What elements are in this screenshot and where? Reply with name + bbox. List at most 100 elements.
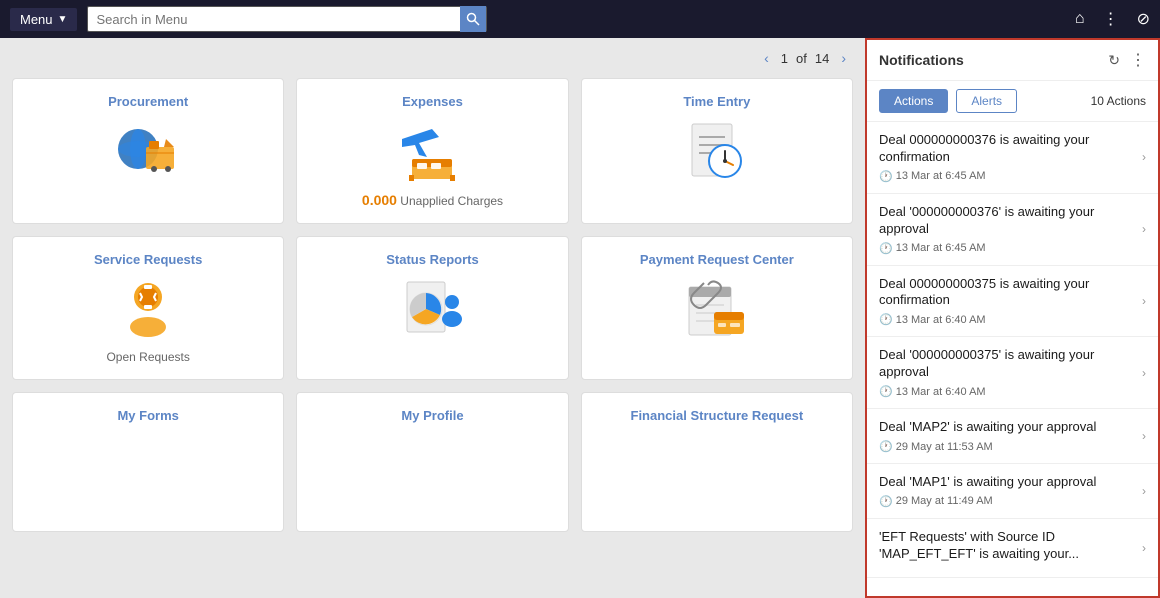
notif-item-5[interactable]: Deal 'MAP2' is awaiting your approval 🕐 … bbox=[867, 409, 1158, 464]
search-button[interactable] bbox=[460, 6, 486, 32]
notif-item-3[interactable]: Deal 000000000375 is awaiting your confi… bbox=[867, 266, 1158, 338]
notif-chevron-6: › bbox=[1142, 484, 1146, 498]
nav-right-icons: ⌂ ⋮ ⊘ bbox=[1075, 9, 1150, 29]
notif-item-1[interactable]: Deal 000000000376 is awaiting your confi… bbox=[867, 122, 1158, 194]
refresh-icon[interactable]: ↻ bbox=[1108, 52, 1120, 69]
notif-chevron-2: › bbox=[1142, 222, 1146, 236]
notif-item-4-time: 🕐 13 Mar at 6:40 AM bbox=[879, 385, 1136, 398]
tile-service-requests[interactable]: Service Requests Open Requests bbox=[12, 236, 284, 380]
notif-item-7[interactable]: 'EFT Requests' with Source ID 'MAP_EFT_E… bbox=[867, 519, 1158, 578]
notif-item-3-title: Deal 000000000375 is awaiting your confi… bbox=[879, 276, 1136, 310]
notif-item-7-title: 'EFT Requests' with Source ID 'MAP_EFT_E… bbox=[879, 529, 1136, 563]
tile-expenses[interactable]: Expenses 0.000 Unapplied Charges bbox=[296, 78, 568, 224]
time-entry-icon bbox=[687, 119, 747, 184]
page-total: 14 bbox=[815, 51, 829, 66]
notif-item-5-time: 🕐 29 May at 11:53 AM bbox=[879, 440, 1136, 453]
notif-item-1-title: Deal 000000000376 is awaiting your confi… bbox=[879, 132, 1136, 166]
pagination-nav: ‹ 1 of 14 › bbox=[760, 48, 850, 68]
clock-icon-4: 🕐 bbox=[879, 385, 893, 398]
notif-item-2[interactable]: Deal '000000000376' is awaiting your app… bbox=[867, 194, 1158, 266]
top-navigation: Menu ▼ ⌂ ⋮ ⊘ bbox=[0, 0, 1160, 38]
payment-request-icon bbox=[684, 277, 749, 342]
notif-chevron-3: › bbox=[1142, 294, 1146, 308]
tile-financial-structure-title: Financial Structure Request bbox=[631, 408, 804, 423]
tiles-grid: Procurement Expenses bbox=[0, 78, 865, 544]
notif-item-4-content: Deal '000000000375' is awaiting your app… bbox=[879, 347, 1136, 398]
tile-my-forms-title: My Forms bbox=[117, 408, 178, 423]
actions-count: 10 Actions bbox=[1091, 94, 1146, 108]
notif-item-3-time: 🕐 13 Mar at 6:40 AM bbox=[879, 313, 1136, 326]
menu-label: Menu bbox=[20, 12, 53, 27]
notif-chevron-7: › bbox=[1142, 541, 1146, 555]
next-page-button[interactable]: › bbox=[837, 48, 850, 68]
notif-header-icons: ↻ ⋮ bbox=[1108, 50, 1146, 70]
tile-service-requests-title: Service Requests bbox=[94, 252, 202, 267]
tile-time-entry[interactable]: Time Entry bbox=[581, 78, 853, 224]
notif-item-1-content: Deal 000000000376 is awaiting your confi… bbox=[879, 132, 1136, 183]
notif-chevron-4: › bbox=[1142, 366, 1146, 380]
notif-item-4[interactable]: Deal '000000000375' is awaiting your app… bbox=[867, 337, 1158, 409]
tile-status-reports-title: Status Reports bbox=[386, 252, 478, 267]
notif-item-1-time: 🕐 13 Mar at 6:45 AM bbox=[879, 170, 1136, 183]
clock-icon-2: 🕐 bbox=[879, 242, 893, 255]
search-icon bbox=[466, 12, 480, 26]
page-separator: of bbox=[796, 51, 807, 66]
tile-expenses-title: Expenses bbox=[402, 94, 463, 109]
status-reports-icon bbox=[402, 277, 462, 342]
notif-item-6[interactable]: Deal 'MAP1' is awaiting your approval 🕐 … bbox=[867, 464, 1158, 519]
tab-actions[interactable]: Actions bbox=[879, 89, 948, 113]
tile-time-entry-title: Time Entry bbox=[683, 94, 750, 109]
notif-item-2-time: 🕐 13 Mar at 6:45 AM bbox=[879, 242, 1136, 255]
tile-procurement[interactable]: Procurement bbox=[12, 78, 284, 224]
unapplied-value: 0.000 bbox=[362, 192, 397, 208]
notif-item-6-time: 🕐 29 May at 11:49 AM bbox=[879, 495, 1136, 508]
expenses-icon bbox=[397, 119, 467, 184]
notifications-panel: Notifications ↻ ⋮ Actions Alerts 10 Acti… bbox=[865, 38, 1160, 598]
notif-item-3-content: Deal 000000000375 is awaiting your confi… bbox=[879, 276, 1136, 327]
search-bar bbox=[87, 6, 487, 32]
tile-expenses-subtitle: 0.000 Unapplied Charges bbox=[362, 192, 503, 208]
notif-item-5-title: Deal 'MAP2' is awaiting your approval bbox=[879, 419, 1136, 436]
clock-icon-6: 🕐 bbox=[879, 495, 893, 508]
clock-icon-5: 🕐 bbox=[879, 440, 893, 453]
search-input[interactable] bbox=[88, 12, 460, 27]
tile-financial-structure[interactable]: Financial Structure Request bbox=[581, 392, 853, 532]
clock-icon-1: 🕐 bbox=[879, 170, 893, 183]
tile-status-reports[interactable]: Status Reports bbox=[296, 236, 568, 380]
notif-item-2-title: Deal '000000000376' is awaiting your app… bbox=[879, 204, 1136, 238]
main-area: ‹ 1 of 14 › Procurement bbox=[0, 38, 1160, 598]
tab-alerts[interactable]: Alerts bbox=[956, 89, 1017, 113]
more-options-icon[interactable]: ⋮ bbox=[1103, 9, 1119, 29]
notif-tab-row: Actions Alerts 10 Actions bbox=[867, 81, 1158, 122]
notif-more-icon[interactable]: ⋮ bbox=[1130, 50, 1146, 70]
notifications-list: Deal 000000000376 is awaiting your confi… bbox=[867, 122, 1158, 596]
menu-button[interactable]: Menu ▼ bbox=[10, 8, 77, 31]
service-requests-icon bbox=[118, 277, 178, 342]
prev-page-button[interactable]: ‹ bbox=[760, 48, 773, 68]
notif-item-7-content: 'EFT Requests' with Source ID 'MAP_EFT_E… bbox=[879, 529, 1136, 567]
tile-my-forms[interactable]: My Forms bbox=[12, 392, 284, 532]
clock-icon-3: 🕐 bbox=[879, 313, 893, 326]
notif-item-2-content: Deal '000000000376' is awaiting your app… bbox=[879, 204, 1136, 255]
tile-service-subtitle: Open Requests bbox=[106, 350, 189, 364]
notif-item-6-content: Deal 'MAP1' is awaiting your approval 🕐 … bbox=[879, 474, 1136, 508]
left-content: ‹ 1 of 14 › Procurement bbox=[0, 38, 865, 598]
tile-payment-request[interactable]: Payment Request Center bbox=[581, 236, 853, 380]
tile-procurement-title: Procurement bbox=[108, 94, 188, 109]
notif-item-4-title: Deal '000000000375' is awaiting your app… bbox=[879, 347, 1136, 381]
page-current: 1 bbox=[781, 51, 788, 66]
menu-chevron-icon: ▼ bbox=[58, 14, 68, 25]
notifications-header: Notifications ↻ ⋮ bbox=[867, 40, 1158, 81]
notif-chevron-5: › bbox=[1142, 429, 1146, 443]
tile-payment-request-title: Payment Request Center bbox=[640, 252, 794, 267]
notif-item-5-content: Deal 'MAP2' is awaiting your approval 🕐 … bbox=[879, 419, 1136, 453]
notif-chevron-1: › bbox=[1142, 150, 1146, 164]
notif-item-6-title: Deal 'MAP1' is awaiting your approval bbox=[879, 474, 1136, 491]
tile-my-profile[interactable]: My Profile bbox=[296, 392, 568, 532]
pagination-bar: ‹ 1 of 14 › bbox=[0, 38, 865, 78]
notifications-title: Notifications bbox=[879, 52, 964, 68]
close-circle-icon[interactable]: ⊘ bbox=[1137, 9, 1150, 29]
home-icon[interactable]: ⌂ bbox=[1075, 10, 1085, 28]
tile-my-profile-title: My Profile bbox=[401, 408, 463, 423]
procurement-icon bbox=[116, 119, 181, 179]
